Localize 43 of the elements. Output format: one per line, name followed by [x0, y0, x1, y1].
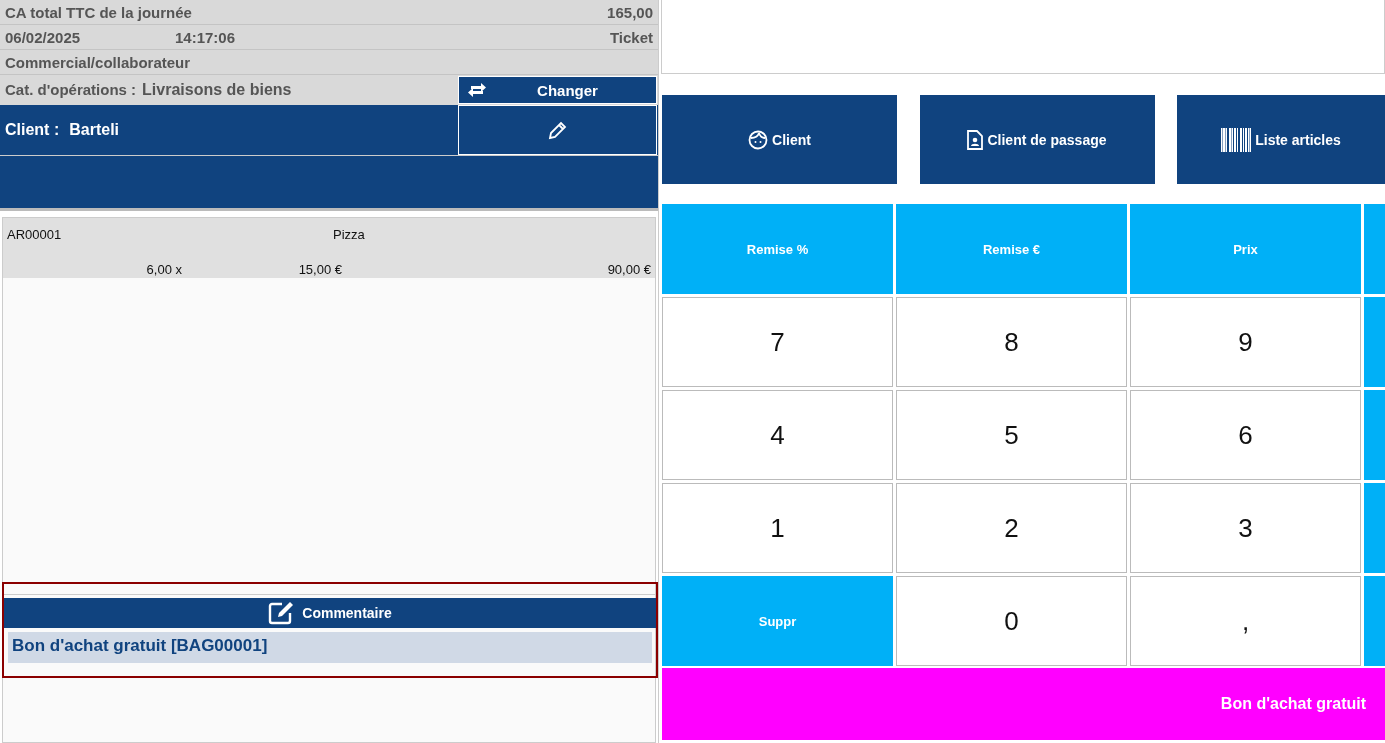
category-label: Cat. d'opérations : — [5, 81, 137, 99]
keypad-key[interactable]: , — [1130, 576, 1361, 666]
item-code: AR00001 — [7, 227, 63, 242]
barcode-icon — [1221, 127, 1252, 152]
line-total: 90,00 € — [606, 262, 651, 277]
keypad-key[interactable]: 4 — [662, 390, 893, 480]
category-value: Livraisons de biens — [142, 81, 292, 99]
side-key[interactable] — [1364, 204, 1385, 294]
side-key[interactable] — [1364, 390, 1385, 480]
change-button[interactable]: Changer — [458, 76, 657, 104]
side-key[interactable] — [1364, 297, 1385, 387]
edit-client-button[interactable] — [458, 105, 657, 155]
keypad-key[interactable]: 1 — [662, 483, 893, 573]
face-icon — [748, 129, 769, 150]
keypad-key[interactable]: 2 — [896, 483, 1127, 573]
client-name: Barteli — [69, 121, 119, 139]
keypad-key[interactable]: 8 — [896, 297, 1127, 387]
document-type: Ticket — [609, 28, 653, 46]
unit-price: 15,00 € — [297, 262, 342, 277]
keypad-key[interactable]: 0 — [896, 576, 1127, 666]
keypad-key[interactable]: 3 — [1130, 483, 1361, 573]
keypad-key[interactable]: 9 — [1130, 297, 1361, 387]
pencil-icon — [547, 120, 568, 140]
keypad-key[interactable]: 7 — [662, 297, 893, 387]
side-key[interactable] — [1364, 483, 1385, 573]
salesperson-label: Commercial/collaborateur — [5, 53, 191, 71]
keypad-key[interactable]: 6 — [1130, 390, 1361, 480]
client-label: Client : — [5, 121, 60, 139]
item-name: Pizza — [333, 227, 365, 242]
item-list-button[interactable]: Liste articles — [1177, 95, 1385, 184]
side-key[interactable] — [1364, 576, 1385, 666]
daily-total-label: CA total TTC de la journée — [5, 3, 192, 21]
contact-card-icon — [967, 129, 984, 150]
time-text: 14:17:06 — [175, 28, 236, 46]
keypad-key[interactable]: 5 — [896, 390, 1127, 480]
client-button[interactable]: Client — [662, 95, 897, 184]
comment-title: Commentaire — [302, 605, 392, 621]
item-quantity: 6,00 x — [145, 262, 182, 277]
comment-text: Bon d'achat gratuit [BAG00001] — [8, 632, 652, 663]
walk-in-client-button[interactable]: Client de passage — [919, 95, 1155, 184]
date-text: 06/02/2025 — [5, 28, 82, 46]
swap-arrows-icon — [467, 82, 487, 98]
daily-total-value: 165,00 — [607, 3, 653, 21]
